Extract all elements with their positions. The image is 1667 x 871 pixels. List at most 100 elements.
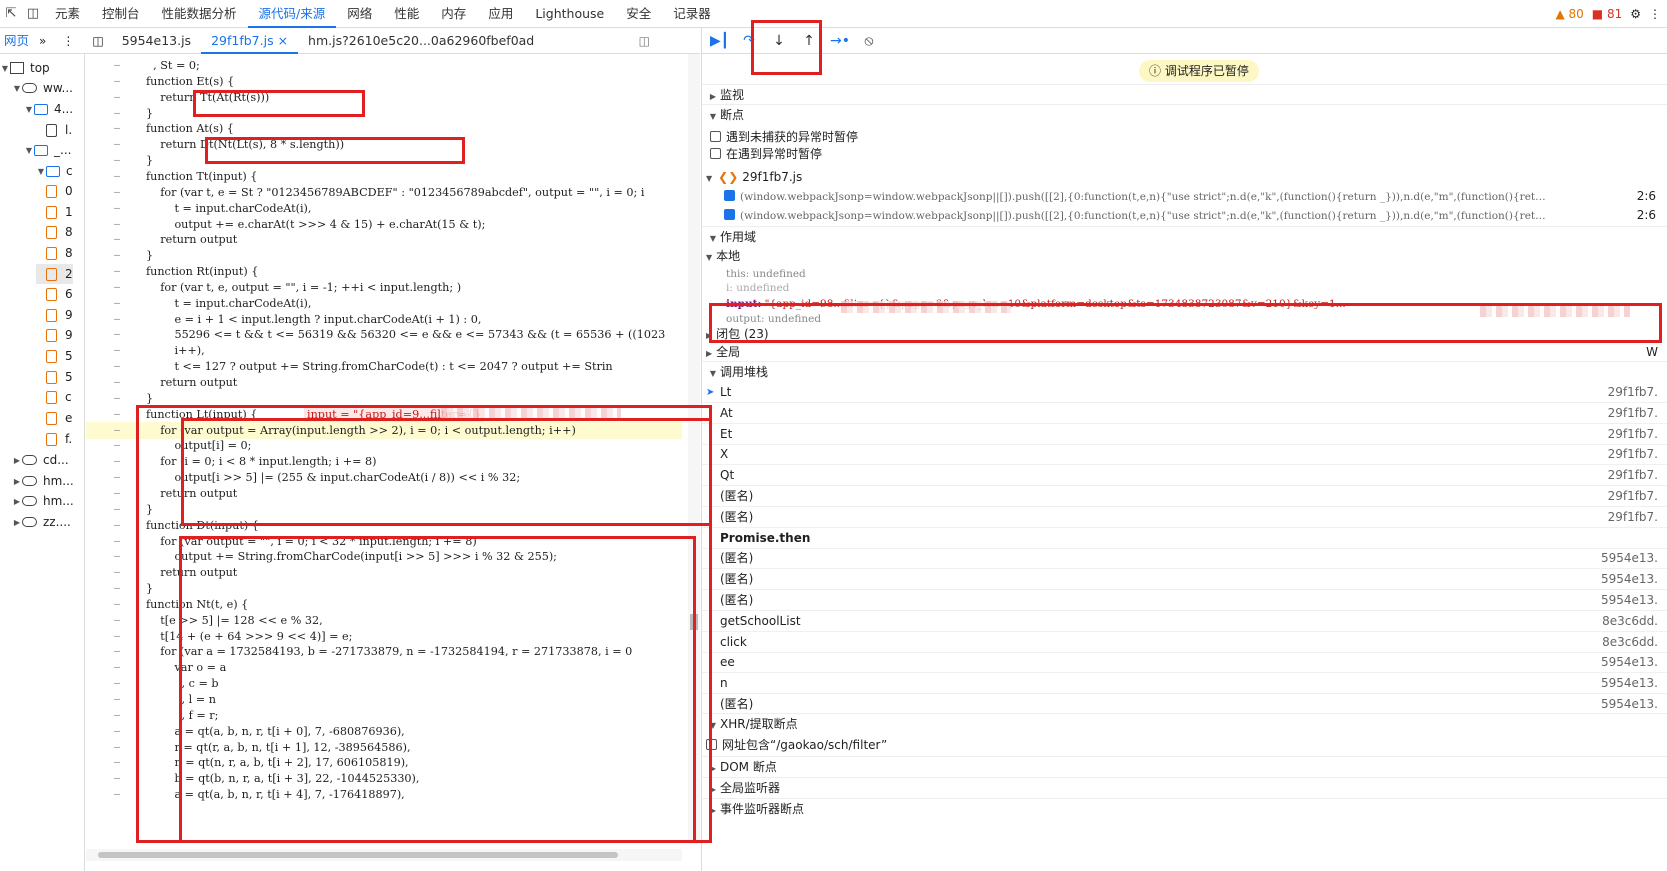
line-gutter[interactable]: –	[114, 358, 120, 375]
code-line[interactable]: – function Nt(t, e) {	[86, 596, 682, 613]
section-event-listener-breakpoints[interactable]: ▶ 事件监听器断点	[702, 798, 1667, 818]
code-line[interactable]: – function At(s) {	[86, 120, 682, 137]
line-gutter[interactable]: –	[114, 311, 120, 328]
line-gutter[interactable]: –	[114, 295, 120, 312]
navigator-item[interactable]: 5	[36, 367, 73, 387]
tab-8[interactable]: Lighthouse	[524, 0, 615, 28]
code-line[interactable]: – function Rt(input) {	[86, 263, 682, 280]
checkbox-icon[interactable]	[724, 190, 735, 201]
line-gutter[interactable]: –	[114, 263, 120, 280]
tab-4[interactable]: 网络	[336, 0, 383, 28]
navigator-item[interactable]: ▶ hm...	[12, 491, 74, 511]
line-gutter[interactable]: –	[114, 184, 120, 201]
call-frame[interactable]: (匿名) 29f1fb7.	[702, 486, 1667, 507]
line-gutter[interactable]: –	[114, 754, 120, 771]
line-gutter[interactable]: –	[114, 73, 120, 90]
line-gutter[interactable]: –	[114, 659, 120, 676]
code-line[interactable]: – return output	[86, 485, 682, 502]
breakpoint-file[interactable]: ▼ ❮❯ 29f1fb7.js	[706, 168, 1667, 186]
section-scope[interactable]: ▼ 作用域	[702, 226, 1667, 246]
expand-triangle-icon[interactable]: ▼	[0, 64, 10, 73]
inspect-element-icon[interactable]: ⇱	[0, 3, 22, 25]
call-frame[interactable]: (匿名) 29f1fb7.	[702, 507, 1667, 528]
editor-vertical-scrollbar[interactable]	[688, 54, 700, 844]
call-frame[interactable]: (匿名) 5954e13.	[702, 548, 1667, 570]
call-frame[interactable]: getSchoolList 8e3c6dd.	[702, 611, 1667, 632]
navigator-item[interactable]: l.	[36, 120, 72, 140]
tab-9[interactable]: 安全	[615, 0, 662, 28]
code-line[interactable]: –}	[86, 247, 682, 264]
line-gutter[interactable]: –	[114, 739, 120, 756]
more-tabs-icon[interactable]: »	[33, 34, 52, 48]
call-frame[interactable]: X 29f1fb7.	[702, 444, 1667, 466]
step-out-icon[interactable]: ↑	[800, 33, 818, 49]
call-frame[interactable]: Qt 29f1fb7.	[702, 465, 1667, 487]
line-gutter[interactable]: –	[114, 231, 120, 248]
line-gutter[interactable]: –	[114, 723, 120, 740]
code-line[interactable]: – for (i = 0; i < 8 * input.length; i +=…	[86, 453, 682, 470]
step-over-icon[interactable]: ↷	[740, 33, 758, 49]
call-frame[interactable]: (匿名) 5954e13.	[702, 590, 1667, 611]
page-nav-tab[interactable]: 网页	[0, 28, 33, 54]
code-line[interactable]: – t = input.charCodeAt(i),	[86, 295, 682, 312]
code-line[interactable]: – t = input.charCodeAt(i),	[86, 200, 682, 217]
code-line[interactable]: – for (var t, e = St ? "0123456789ABCDEF…	[86, 184, 682, 201]
line-gutter[interactable]: –	[114, 707, 120, 724]
code-line[interactable]: – t <= 127 ? output += String.fromCharCo…	[86, 358, 682, 375]
section-dom-breakpoints[interactable]: ▶ DOM 断点	[702, 756, 1667, 776]
line-gutter[interactable]: –	[114, 120, 120, 137]
line-gutter[interactable]: –	[114, 453, 120, 470]
code-line[interactable]: – t[e >> 5] |= 128 << e % 32,	[86, 612, 682, 629]
close-icon[interactable]: ×	[274, 33, 288, 48]
code-line[interactable]: –}	[86, 152, 682, 169]
more-options-icon[interactable]: ⋮	[1649, 7, 1661, 21]
code-line[interactable]: – function Dt(input) {	[86, 517, 682, 534]
line-gutter[interactable]: –	[114, 89, 120, 106]
line-gutter[interactable]: –	[114, 517, 120, 534]
code-line[interactable]: – function Tt(input) {	[86, 168, 682, 185]
call-frame[interactable]: (匿名) 5954e13.	[702, 569, 1667, 591]
code-line[interactable]: –}	[86, 501, 682, 518]
code-editor[interactable]: – , St = 0; – function Et(s) {– return Tt(…	[86, 54, 700, 871]
editor-horizontal-scrollbar[interactable]	[86, 849, 682, 861]
expand-triangle-icon[interactable]: ▶	[12, 518, 22, 527]
breakpoint-item[interactable]: (window.webpackJsonp=window.webpackJsonp…	[724, 206, 1664, 224]
checkbox-icon[interactable]	[724, 209, 735, 220]
code-line[interactable]: – , l = n	[86, 691, 682, 708]
code-line[interactable]: – return output	[86, 374, 682, 391]
line-gutter[interactable]: –	[114, 770, 120, 787]
navigator-item[interactable]: ▼ _...	[24, 140, 72, 160]
tab-6[interactable]: 内存	[430, 0, 477, 28]
warning-count[interactable]: ▲ 80	[1555, 7, 1583, 21]
line-gutter[interactable]: –	[114, 548, 120, 565]
call-frame[interactable]: (匿名) 5954e13.	[702, 694, 1667, 715]
code-line[interactable]: – output[i] = 0;	[86, 437, 682, 454]
tab-5[interactable]: 性能	[383, 0, 430, 28]
code-line[interactable]: – for (var output = "", i = 0; i < 32 * …	[86, 533, 682, 550]
line-gutter[interactable]: –	[114, 374, 120, 391]
line-gutter[interactable]: –	[114, 628, 120, 645]
line-gutter[interactable]: –	[114, 564, 120, 581]
expand-triangle-icon[interactable]: ▼	[12, 84, 22, 93]
tab-7[interactable]: 应用	[477, 0, 524, 28]
section-global-listeners[interactable]: ▶ 全局监听器	[702, 777, 1667, 797]
scope-local[interactable]: ▼ 本地	[706, 247, 1667, 265]
expand-triangle-icon[interactable]: ▶	[12, 477, 22, 486]
navigator-item[interactable]: ▶ hm...	[12, 471, 74, 491]
call-frame[interactable]: click 8e3c6dd.	[702, 632, 1667, 653]
navigator-item[interactable]: c	[36, 387, 72, 407]
line-gutter[interactable]: –	[114, 247, 120, 264]
breakpoint-item[interactable]: (window.webpackJsonp=window.webpackJsonp…	[724, 187, 1664, 205]
file-tab-1[interactable]: 29f1fb7.js ×	[201, 28, 299, 54]
line-gutter[interactable]: –	[114, 57, 120, 74]
line-gutter[interactable]: –	[114, 168, 120, 185]
step-icon[interactable]: →•	[830, 33, 850, 49]
navigator-item[interactable]: ▶ cd...	[12, 450, 69, 470]
tab-2[interactable]: 性能数据分析	[151, 0, 248, 28]
navigator-item[interactable]: ▼ c	[36, 161, 73, 181]
code-line[interactable]: – for (var t, e, output = "", i = -1; ++…	[86, 279, 682, 296]
navigator-item[interactable]: 9	[36, 325, 73, 345]
expand-triangle-icon[interactable]: ▼	[24, 105, 34, 114]
line-gutter[interactable]: –	[114, 342, 120, 359]
navigator-item[interactable]: 6	[36, 284, 73, 304]
